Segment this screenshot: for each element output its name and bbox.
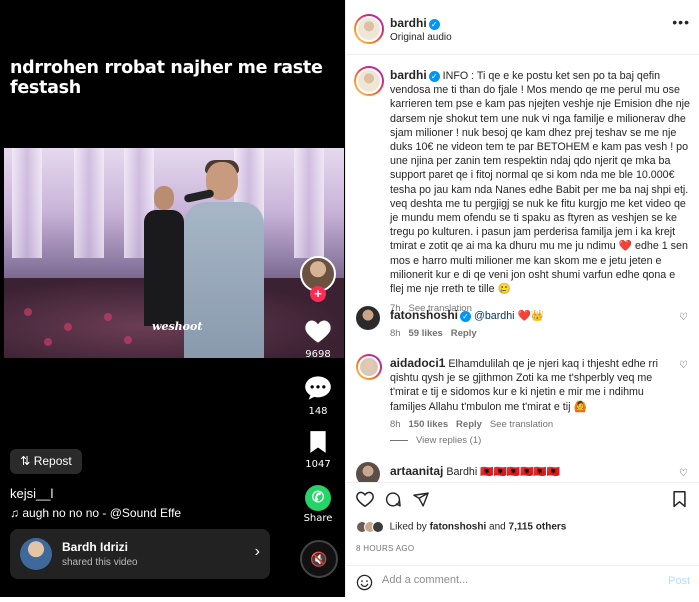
shared-by-avatar bbox=[20, 538, 52, 570]
video-frame: weshoot bbox=[4, 148, 344, 358]
whatsapp-icon: ✆ bbox=[305, 485, 331, 511]
liked-by-user[interactable]: fatonshoshi bbox=[430, 522, 487, 533]
comment-icon[interactable] bbox=[384, 491, 402, 508]
video-player[interactable]: ndrrohen rrobat najher me raste festash … bbox=[0, 0, 345, 597]
post-panel: bardhi ✓ Original audio ••• bardhi ✓ INFO … bbox=[345, 0, 699, 597]
heart-icon bbox=[305, 320, 331, 343]
mute-sound-button[interactable]: 🔇 bbox=[300, 540, 338, 578]
save-count: 1047 bbox=[305, 459, 331, 470]
comment-time: 8h bbox=[390, 328, 401, 340]
repost-icon: ⇅ bbox=[20, 454, 31, 468]
comment-likes[interactable]: 59 likes bbox=[409, 328, 443, 339]
repost-button[interactable]: ⇅ Repost bbox=[10, 449, 82, 474]
original-audio-link[interactable]: Original audio bbox=[390, 32, 452, 43]
add-comment-input[interactable] bbox=[382, 574, 652, 586]
verified-badge-icon: ✓ bbox=[460, 311, 471, 322]
liked-by-prefix: Liked by bbox=[389, 521, 427, 533]
music-note-icon: ♫ bbox=[10, 506, 19, 520]
add-comment-bar: Post bbox=[346, 565, 699, 599]
post-actions: Liked by fatonshoshi and 7,115 others 8 … bbox=[346, 482, 699, 602]
see-translation-link[interactable]: See translation bbox=[490, 419, 553, 430]
liked-by-line: Liked by fatonshoshi and 7,115 others bbox=[356, 521, 566, 533]
share-label: Share bbox=[303, 513, 333, 524]
commenter-username[interactable]: aidadoci1 bbox=[390, 356, 445, 370]
verified-badge-icon: ✓ bbox=[428, 19, 440, 30]
video-overlay-text: ndrrohen rrobat najher me raste festash bbox=[10, 58, 323, 98]
like-action[interactable]: 9698 bbox=[298, 318, 338, 360]
post-author[interactable]: bardhi ✓ bbox=[390, 14, 440, 32]
shared-by-name: Bardh Idrizi bbox=[62, 540, 129, 554]
share-action[interactable]: ✆ Share bbox=[298, 485, 338, 524]
comment-item: artaanitaj Bardhi 🇦🇱🇦🇱🇦🇱🇦🇱🇦🇱🇦🇱 ♡ bbox=[356, 462, 690, 482]
post-comment-button[interactable]: Post bbox=[668, 575, 690, 587]
commenter-avatar[interactable] bbox=[356, 462, 380, 482]
comment-like-heart-icon[interactable]: ♡ bbox=[679, 312, 688, 323]
comment-time: 8h bbox=[390, 418, 401, 430]
commenter-avatar[interactable] bbox=[356, 354, 382, 380]
share-paper-plane-icon[interactable] bbox=[412, 491, 430, 508]
comment-reply-button[interactable]: Reply bbox=[451, 328, 477, 339]
sound-name: augh no no no - @Sound Effe bbox=[22, 506, 182, 520]
save-action[interactable]: 1047 bbox=[298, 430, 338, 470]
repost-label: Repost bbox=[33, 454, 72, 468]
post-header: bardhi ✓ Original audio ••• bbox=[346, 0, 699, 55]
caption-heart-emoji: ❤️ bbox=[618, 240, 633, 253]
commenter-username[interactable]: fatonshoshi bbox=[390, 308, 458, 322]
comment-mention[interactable]: @bardhi bbox=[474, 310, 515, 322]
caption-text: INFO : Ti qe e ke postu ket sen po ta ba… bbox=[390, 70, 691, 253]
like-heart-icon[interactable] bbox=[356, 491, 374, 508]
follow-plus-button[interactable]: + bbox=[310, 286, 326, 302]
liked-by-count[interactable]: 7,115 others bbox=[509, 522, 567, 533]
like-count: 9698 bbox=[305, 349, 331, 360]
comment-meta: 8h 150 likes Reply See translation bbox=[390, 418, 676, 432]
comment-bubble-icon bbox=[305, 376, 331, 400]
more-options-icon[interactable]: ••• bbox=[672, 14, 690, 30]
save-bookmark-icon[interactable] bbox=[672, 491, 687, 508]
comment-count: 148 bbox=[308, 406, 328, 417]
comment-action[interactable]: 148 bbox=[298, 375, 338, 417]
muted-speaker-icon: 🔇 bbox=[310, 551, 328, 567]
view-replies-button[interactable]: View replies (1) bbox=[390, 435, 481, 446]
bookmark-icon bbox=[310, 431, 326, 453]
comment-meta: 8h 59 likes Reply bbox=[390, 327, 676, 341]
verified-badge-icon: ✓ bbox=[428, 71, 440, 82]
comment-text: ❤️👑 bbox=[517, 310, 545, 322]
caption-author-avatar[interactable] bbox=[354, 66, 384, 96]
comment-like-heart-icon[interactable]: ♡ bbox=[679, 468, 688, 479]
video-author[interactable]: kejsi__l bbox=[10, 486, 53, 501]
commenter-username[interactable]: artaanitaj bbox=[390, 464, 443, 478]
view-replies-label: View replies (1) bbox=[416, 435, 482, 446]
video-watermark: weshoot bbox=[152, 320, 203, 333]
post-username[interactable]: bardhi bbox=[390, 16, 427, 30]
caption-username[interactable]: bardhi bbox=[390, 68, 427, 82]
comment-reply-button[interactable]: Reply bbox=[456, 419, 482, 430]
comment-likes[interactable]: 150 likes bbox=[409, 419, 449, 430]
comment-text: Bardhi 🇦🇱🇦🇱🇦🇱🇦🇱🇦🇱🇦🇱 bbox=[446, 466, 561, 478]
post-time-ago: 8 HOURS AGO bbox=[356, 544, 415, 553]
video-sound[interactable]: ♫ augh no no no - @Sound Effe bbox=[10, 506, 181, 520]
shared-by-sub: shared this video bbox=[62, 557, 138, 568]
post-caption: bardhi ✓ INFO : Ti qe e ke postu ket sen … bbox=[390, 68, 690, 316]
shared-by-card[interactable]: Bardh Idrizi shared this video › bbox=[10, 529, 270, 579]
emoji-smiley-icon[interactable] bbox=[356, 574, 373, 591]
liker-avatar bbox=[372, 521, 384, 533]
comment-like-heart-icon[interactable]: ♡ bbox=[679, 360, 688, 371]
commenter-avatar[interactable] bbox=[356, 306, 380, 330]
post-author-avatar[interactable] bbox=[354, 14, 384, 44]
liked-by-and: and bbox=[489, 521, 506, 533]
chevron-right-icon: › bbox=[254, 543, 260, 560]
